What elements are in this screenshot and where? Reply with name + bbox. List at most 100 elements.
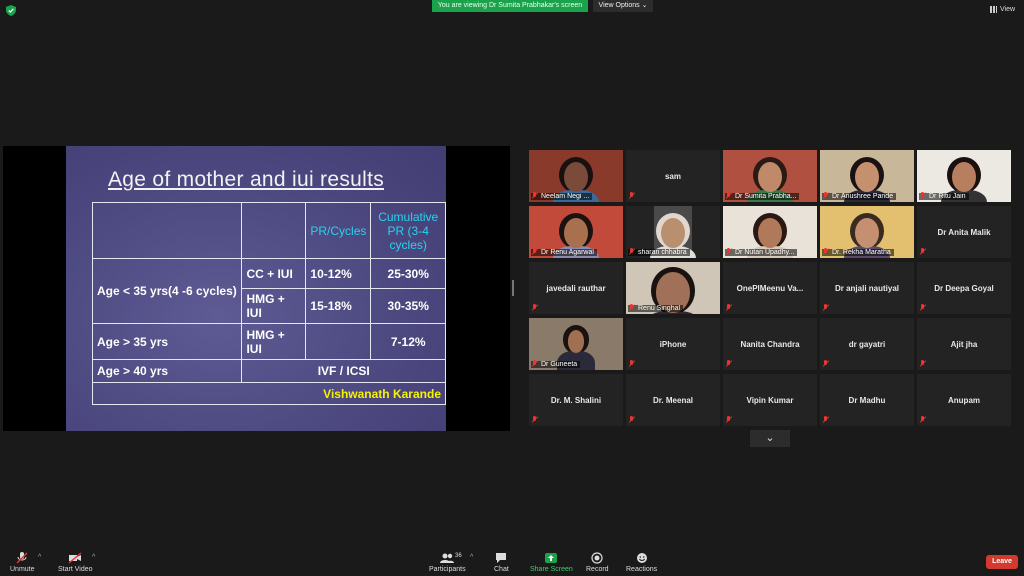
participant-tile[interactable]: OnePlMeenu Va... <box>723 262 817 314</box>
participants-options-caret[interactable]: ^ <box>470 554 473 561</box>
treatment-cell: HMG + IUI <box>241 288 307 324</box>
participant-tile[interactable]: Dr. Meenal <box>626 374 720 426</box>
participant-tile[interactable]: dr gayatri <box>820 318 914 370</box>
muted-mic-icon <box>629 304 635 311</box>
muted-mic-icon <box>823 360 829 367</box>
muted-mic-icon <box>920 192 926 199</box>
muted-mic-icon <box>920 248 926 255</box>
muted-mic-icon <box>629 360 635 367</box>
muted-mic-icon <box>629 248 635 255</box>
muted-mic-icon <box>726 192 732 199</box>
participant-tile[interactable]: sharan chhabra <box>626 206 720 258</box>
muted-mic-icon <box>532 304 538 311</box>
muted-mic-icon <box>920 360 926 367</box>
muted-mic-icon <box>532 360 538 367</box>
participant-name: Dr Guneeta <box>531 361 581 368</box>
split-view-handle[interactable] <box>512 280 514 296</box>
participant-tile[interactable]: Dr Guneeta <box>529 318 623 370</box>
participants-icon <box>440 553 455 563</box>
participant-name: dr gayatri <box>848 339 886 349</box>
participant-name: Dr Renu Agarwal <box>531 249 597 256</box>
screen-share-banner: You are viewing Dr Sumita Prabhakar's sc… <box>432 0 588 12</box>
participant-name: sharan chhabra <box>628 249 690 256</box>
participant-tile[interactable]: Anupam <box>917 374 1011 426</box>
participant-tile[interactable]: Dr anjali nautiyal <box>820 262 914 314</box>
participant-name: Nanita Chandra <box>740 339 800 349</box>
view-button[interactable]: View <box>990 4 1015 16</box>
chat-label: Chat <box>494 566 509 573</box>
security-shield-icon[interactable] <box>6 5 16 16</box>
participant-tile[interactable]: Dr Ritu Jain <box>917 150 1011 202</box>
table-cell <box>241 202 307 259</box>
age-cell: Age < 35 yrs(4 -6 cycles) <box>91 258 243 324</box>
participant-name: Dr. M. Shalini <box>550 395 602 405</box>
participant-name: Dr Nutan Upadhy... <box>725 249 798 256</box>
share-screen-icon <box>545 553 558 563</box>
muted-mic-icon <box>532 416 538 423</box>
muted-mic-icon <box>532 248 538 255</box>
participant-name: Dr. Meenal <box>652 395 693 405</box>
chat-icon <box>496 553 507 563</box>
participant-tile[interactable]: Dr Renu Agarwal <box>529 206 623 258</box>
participant-name: Dr anjali nautiyal <box>834 283 900 293</box>
muted-mic-icon <box>823 304 829 311</box>
start-video-button[interactable]: Start Video <box>58 552 93 573</box>
participant-name: Renu Singhal <box>628 305 684 312</box>
treatment-cell: HMG + IUI <box>241 323 307 360</box>
participant-name: Dr Anita Malik <box>937 227 991 237</box>
muted-mic-icon <box>726 360 732 367</box>
participant-tile[interactable]: Dr. Rekha Maratha <box>820 206 914 258</box>
participant-tile[interactable]: Nanita Chandra <box>723 318 817 370</box>
gallery-next-page-button[interactable]: ⌄ <box>750 430 790 447</box>
age-cell: Age > 35 yrs <box>91 323 243 360</box>
participant-tile[interactable]: Dr Nutan Upadhy... <box>723 206 817 258</box>
muted-mic-icon <box>726 304 732 311</box>
participant-tile[interactable]: Dr Madhu <box>820 374 914 426</box>
audio-options-caret[interactable]: ^ <box>38 554 41 561</box>
grid-icon <box>990 5 997 13</box>
muted-mic-icon <box>823 416 829 423</box>
pr-cell <box>305 323 372 360</box>
participant-tile[interactable]: Dr. M. Shalini <box>529 374 623 426</box>
unmute-button[interactable]: Unmute <box>10 552 35 573</box>
record-button[interactable]: Record <box>586 552 609 573</box>
header-cumulative-pr: Cumulative PR (3-4 cycles) <box>370 202 446 259</box>
participant-name: sam <box>664 171 681 181</box>
participant-tile[interactable]: sam <box>626 150 720 202</box>
participant-tile[interactable]: Dr Deepa Goyal <box>917 262 1011 314</box>
muted-mic-icon <box>920 416 926 423</box>
treatment-cell: CC + IUI <box>241 258 307 289</box>
video-options-caret[interactable]: ^ <box>92 554 95 561</box>
participant-name: Ajit jha <box>950 339 978 349</box>
reactions-button[interactable]: Reactions <box>626 552 657 573</box>
participant-tile[interactable]: Renu Singhal <box>626 262 720 314</box>
participant-name: Vipin Kumar <box>746 395 794 405</box>
participant-tile[interactable]: Ajit jha <box>917 318 1011 370</box>
share-screen-label: Share Screen <box>530 566 573 573</box>
participant-tile[interactable]: Dr Sumita Prabha... <box>723 150 817 202</box>
participant-tile[interactable]: iPhone <box>626 318 720 370</box>
participant-tile[interactable]: javedali rauthar <box>529 262 623 314</box>
chat-button[interactable]: Chat <box>494 552 509 573</box>
unmute-label: Unmute <box>10 566 35 573</box>
participant-name: Dr Ritu Jain <box>919 193 969 200</box>
reactions-icon <box>636 553 647 563</box>
participant-name: OnePlMeenu Va... <box>736 283 804 293</box>
participant-tile[interactable]: Vipin Kumar <box>723 374 817 426</box>
slide-author: Vishwanath Karande <box>92 382 446 405</box>
cumulative-cell: 25-30% <box>370 258 446 289</box>
muted-mic-icon <box>726 416 732 423</box>
share-screen-button[interactable]: Share Screen <box>530 552 573 573</box>
pr-cell: 15-18% <box>305 288 372 324</box>
participant-name: Dr Sumita Prabha... <box>725 193 800 200</box>
muted-mic-icon <box>532 192 538 199</box>
table-cell <box>91 202 243 259</box>
participant-tile[interactable]: Neelam Negi ... <box>529 150 623 202</box>
view-options-button[interactable]: View Options ⌄ <box>593 0 653 12</box>
muted-mic-icon <box>726 248 732 255</box>
leave-button[interactable]: Leave <box>986 555 1018 569</box>
cumulative-cell: 30-35% <box>370 288 446 324</box>
participant-tile[interactable]: Dr Anita Malik <box>917 206 1011 258</box>
record-icon <box>591 552 603 564</box>
participant-tile[interactable]: Dr Anushree Pande <box>820 150 914 202</box>
